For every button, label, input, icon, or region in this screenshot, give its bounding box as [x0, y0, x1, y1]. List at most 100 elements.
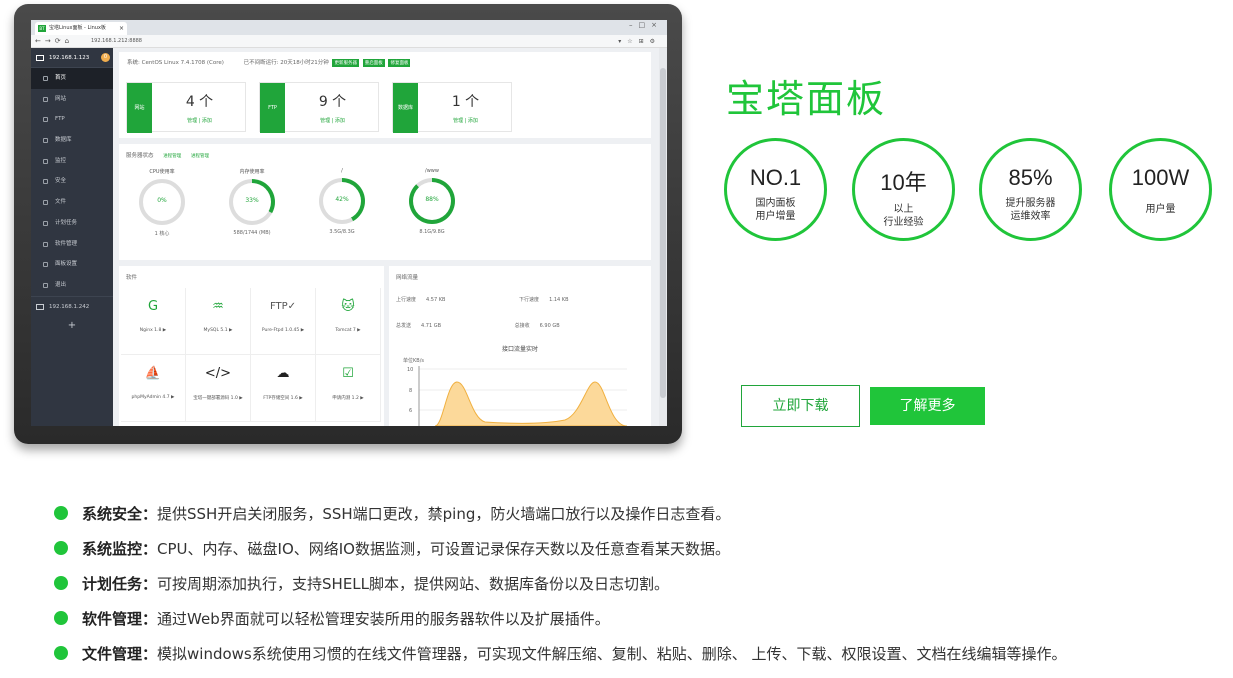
- sidebar-item-label: 数据库: [55, 137, 72, 144]
- gear-icon: [43, 262, 48, 268]
- gauge-percent: 33%: [245, 197, 259, 204]
- restart-panel-button[interactable]: 重启面板: [362, 59, 385, 67]
- circle-value: 100W: [1131, 165, 1190, 190]
- add-server-button[interactable]: +: [31, 316, 113, 336]
- feature-text: 模拟windows系统使用习惯的在线文件管理器，可实现文件解压缩、复制、粘贴、删…: [157, 645, 1067, 663]
- sidebar-item[interactable]: 软件管理: [31, 234, 113, 255]
- bullet-icon: [54, 611, 68, 625]
- download-button[interactable]: 立即下载: [741, 385, 860, 427]
- feature-text: 可按周期添加执行，支持SHELL脚本，提供网站、数据库备份以及日志切割。: [157, 575, 670, 593]
- sidebar-item-label: 监控: [55, 157, 67, 164]
- sidebar-item[interactable]: 监控: [31, 151, 113, 172]
- software-name: Tomcat 7 ▶: [335, 328, 361, 333]
- software-name: MySQL 5.1 ▶: [203, 328, 233, 333]
- phpmyadmin-icon: ⛵: [144, 366, 162, 381]
- stat-links[interactable]: 管理 | 添加: [418, 117, 513, 124]
- software-item[interactable]: G Nginx 1.8 ▶: [121, 288, 186, 355]
- tab-title: 宝塔Linux面板 - Linux板: [49, 25, 106, 31]
- sidebar-item[interactable]: 安全: [31, 171, 113, 192]
- usage-gauge[interactable]: 内存使用率 33% 588/1744 (MB): [217, 168, 287, 236]
- stat-links[interactable]: 管理 | 添加: [152, 117, 247, 124]
- feature-item: 系统安全：提供SSH开启关闭服务，SSH端口更改，禁ping，防火墙端口放行以及…: [54, 503, 1067, 538]
- sidebar-item[interactable]: 计划任务: [31, 213, 113, 234]
- feature-item: 计划任务：可按周期添加执行，支持SHELL脚本，提供网站、数据库备份以及日志切割…: [54, 573, 1067, 608]
- sidebar: 192.168.1.123 0 首页 网站 FTP 数据库监控安全 文件 计划任务软件管理…: [31, 48, 113, 426]
- up-label: 上行速度: [396, 297, 417, 303]
- gauge-detail: 3.5G/8.3G: [329, 229, 355, 235]
- window-controls[interactable]: –□×: [629, 21, 663, 29]
- scrollbar-thumb[interactable]: [660, 68, 666, 398]
- close-tab-icon[interactable]: ×: [119, 22, 124, 35]
- software-name: 宝塔一键部署源码 1.0 ▶: [193, 396, 243, 401]
- tomcat-icon: 🐱: [341, 299, 355, 314]
- feature-list: 系统安全：提供SSH开启关闭服务，SSH端口更改，禁ping，防火墙端口放行以及…: [54, 503, 1067, 678]
- circle-value: 10年: [880, 170, 927, 195]
- scrollbar[interactable]: [659, 48, 667, 426]
- nav-buttons-icon[interactable]: ←→⟳⌂: [35, 35, 73, 48]
- update-server-button[interactable]: 更新服务器: [332, 59, 359, 67]
- software-item[interactable]: ⛵ phpMyAdmin 4.7 ▶: [121, 355, 186, 422]
- speed-row: 上行速度 4.57 KB 下行速度 1.14 KB: [396, 296, 579, 303]
- software-item[interactable]: FTP✓ Pure-Ftpd 1.0.45 ▶: [251, 288, 316, 355]
- sidebar-item[interactable]: 面板设置: [31, 254, 113, 275]
- software-item[interactable]: 🐱 Tomcat 7 ▶: [316, 288, 381, 355]
- sidebar-item[interactable]: 网站: [31, 89, 113, 110]
- usage-gauge[interactable]: CPU使用率 0% 1 核心: [127, 168, 197, 237]
- sidebar-item-label: FTP: [55, 116, 65, 123]
- browser-tab-bar: BT 宝塔Linux面板 - Linux板 × –□×: [31, 20, 667, 35]
- stat-label: FTP: [260, 83, 285, 133]
- notification-badge[interactable]: 0: [101, 53, 110, 62]
- gauge-detail: 588/1744 (MB): [233, 230, 271, 236]
- software-item[interactable]: ☁ FTP存储空间 1.6 ▶: [251, 355, 316, 422]
- process-link-2[interactable]: 进程管理: [191, 154, 209, 159]
- circle-value: 85%: [1008, 165, 1053, 190]
- clipboard-icon: ☑: [342, 366, 354, 381]
- circle-caption-line: 以上: [893, 204, 914, 215]
- gauge-ring: 42%: [319, 178, 365, 224]
- gauge-ring: 33%: [229, 179, 275, 225]
- stat-links[interactable]: 管理 | 添加: [285, 117, 380, 124]
- repair-panel-button[interactable]: 修复面板: [388, 59, 411, 67]
- stat-ftp[interactable]: FTP 9 个 管理 | 添加: [259, 82, 380, 133]
- stat-value: 9 个: [318, 94, 347, 110]
- stat-database[interactable]: 数据库 1 个 管理 | 添加: [392, 82, 513, 133]
- software-card: 软件 G Nginx 1.8 ▶ ♒ MySQL 5.1 ▶ FTP✓ Pure-Ftpd…: [119, 266, 384, 426]
- bullet-icon: [54, 576, 68, 590]
- url-field[interactable]: 192.168.1.212:8888: [83, 37, 603, 46]
- feature-text: 通过Web界面就可以轻松管理安装所用的服务器软件以及扩展插件。: [157, 610, 610, 628]
- recv-value: 6.90 GB: [539, 323, 560, 329]
- usage-gauge[interactable]: /www 88% 8.1G/9.8G: [397, 168, 467, 235]
- sidebar-host[interactable]: 192.168.1.123 0: [31, 48, 113, 68]
- circle-caption: 提升服务器 运维效率: [982, 197, 1079, 223]
- os-text: 系统: CentOS Linux 7.4.1708 (Core): [127, 60, 224, 66]
- learn-more-button[interactable]: 了解更多: [870, 387, 985, 425]
- circle-caption-line: 用户增量: [755, 211, 796, 222]
- network-title: 网络流量: [396, 275, 419, 281]
- stat-label: 网站: [127, 83, 152, 133]
- browser-tab[interactable]: BT 宝塔Linux面板 - Linux板 ×: [35, 22, 127, 35]
- monitor-icon: [43, 158, 48, 164]
- stat-circle: NO.1 国内面板 用户增量: [724, 138, 827, 241]
- sidebar-item-label: 软件管理: [55, 240, 78, 247]
- sidebar-host-2[interactable]: 192.168.1.242: [31, 295, 113, 316]
- software-item[interactable]: ☑ 申请内测 1.2 ▶: [316, 355, 381, 422]
- gauge-detail: 1 核心: [154, 231, 170, 237]
- feature-title: 系统监控：: [82, 540, 158, 558]
- tick-label: 6: [409, 408, 412, 414]
- software-item[interactable]: </> 宝塔一键部署源码 1.0 ▶: [186, 355, 251, 422]
- sidebar-item[interactable]: 文件: [31, 192, 113, 213]
- sidebar-item[interactable]: 数据库: [31, 130, 113, 151]
- usage-gauge[interactable]: / 42% 3.5G/8.3G: [307, 168, 377, 235]
- process-link[interactable]: 进程管理: [163, 154, 181, 159]
- software-item[interactable]: ♒ MySQL 5.1 ▶: [186, 288, 251, 355]
- sidebar-item[interactable]: 退出: [31, 275, 113, 296]
- circle-caption: 国内面板 用户增量: [727, 197, 824, 223]
- software-name: Pure-Ftpd 1.0.45 ▶: [261, 328, 305, 333]
- stat-websites[interactable]: 网站 4 个 管理 | 添加: [126, 82, 247, 133]
- circle-value: NO.1: [749, 165, 802, 190]
- sidebar-item[interactable]: 首页: [31, 68, 113, 89]
- monitor-icon: [36, 55, 44, 61]
- sidebar-item-label: 退出: [55, 281, 67, 288]
- browser-tools-icon[interactable]: ▾☆⊞⚙: [618, 35, 661, 48]
- sidebar-item[interactable]: FTP: [31, 109, 113, 130]
